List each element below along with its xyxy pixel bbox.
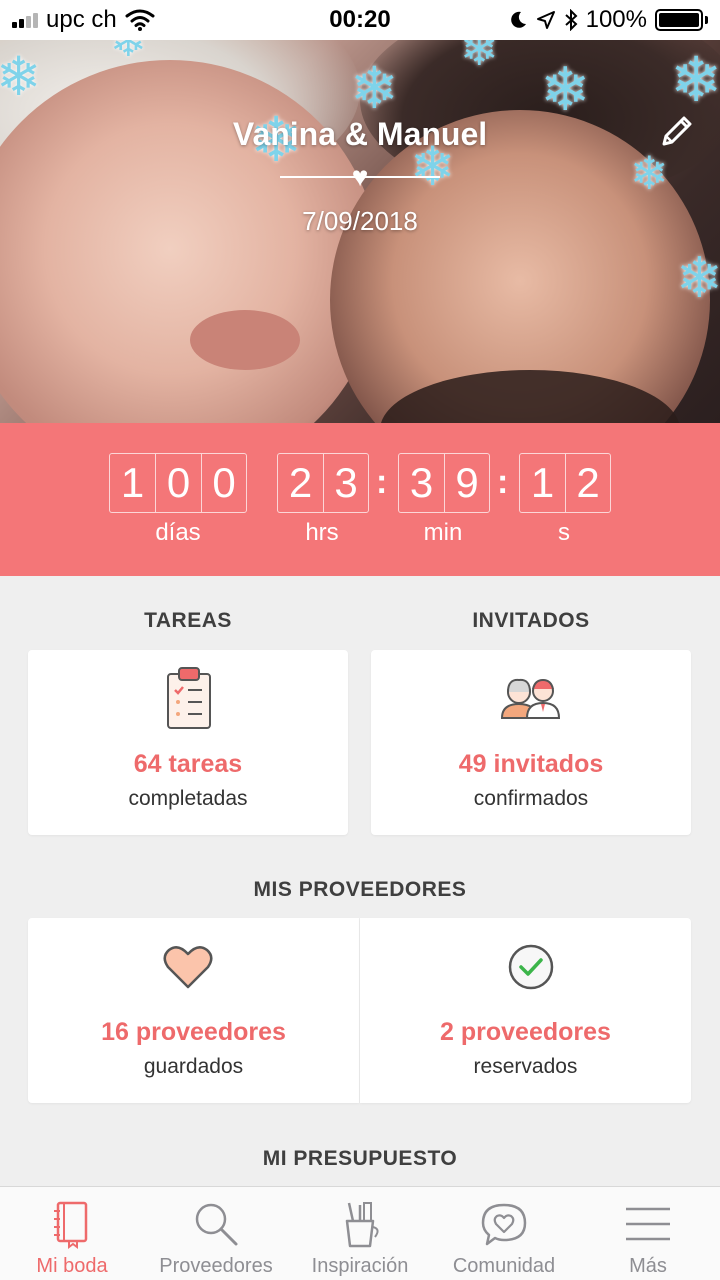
tasks-sub: completadas [128, 787, 248, 810]
tab-inspiracion[interactable]: Inspiración [288, 1187, 432, 1280]
tab-bar: Mi boda Proveedores Inspiración Comunida… [0, 1186, 720, 1280]
saved-vendors-count: 16 proveedores [101, 1018, 286, 1046]
heart-icon [163, 946, 213, 989]
hours-digit: 2 [277, 453, 323, 513]
guests-title: INVITADOS [472, 609, 590, 632]
snowflake-icon: ❄ [0, 47, 42, 107]
hours-digit: 3 [323, 453, 369, 513]
seconds-digit: 2 [565, 453, 611, 513]
tab-label: Comunidad [452, 1255, 556, 1277]
minutes-label: min [423, 519, 463, 546]
days-digits: 1 0 0 [109, 453, 247, 513]
guests-card[interactable]: 49 invitados confirmados [371, 650, 691, 835]
guests-sub: confirmados [473, 787, 589, 810]
battery-percent: 100% [585, 6, 647, 33]
snowflake-icon: ❄ [460, 40, 499, 75]
time-separator: : [497, 463, 509, 501]
hours-label: hrs [305, 519, 339, 546]
booked-vendors-card[interactable]: 2 proveedores reservados [360, 918, 691, 1103]
tab-label: Más [629, 1255, 667, 1277]
snowflake-icon: ❄ [110, 40, 147, 66]
vendors-title: MIS PROVEEDORES [253, 878, 467, 901]
wedding-date: 7/09/2018 [302, 206, 418, 236]
clipboard-checklist-icon [167, 667, 211, 729]
budget-title: MI PRESUPUESTO [262, 1147, 458, 1170]
status-right: 100% [508, 6, 708, 34]
minutes-digit: 9 [444, 453, 490, 513]
tab-mas[interactable]: Más [576, 1187, 720, 1280]
tab-label: Inspiración [311, 1255, 409, 1277]
menu-icon [626, 1207, 670, 1241]
notebook-icon [54, 1201, 88, 1249]
booked-vendors-count: 2 proveedores [440, 1018, 611, 1046]
snowflake-icon: ❄ [676, 246, 720, 309]
tab-label: Mi boda [36, 1255, 108, 1277]
hours-digits: 2 3 [277, 453, 369, 513]
bluetooth-icon [564, 9, 578, 31]
couple-names: Vanina & Manuel [232, 116, 488, 152]
battery-icon [655, 9, 708, 31]
tasks-count: 64 tareas [133, 750, 243, 778]
tab-comunidad[interactable]: Comunidad [432, 1187, 576, 1280]
edit-pencil-icon[interactable] [656, 112, 696, 152]
tasks-title: TAREAS [144, 609, 232, 632]
wifi-icon [125, 9, 155, 31]
status-bar: upc ch 00:20 100% [0, 0, 720, 40]
tab-mi-boda[interactable]: Mi boda [0, 1187, 144, 1280]
snowflake-icon: ❄ [540, 56, 591, 123]
snowflake-icon: ❄ [630, 147, 669, 199]
tasks-card[interactable]: 64 tareas completadas [28, 650, 348, 835]
days-digit: 0 [201, 453, 247, 513]
minutes-digit: 3 [398, 453, 444, 513]
snowflake-icon: ❄ [350, 56, 399, 121]
seconds-label: s [558, 519, 570, 546]
guests-couple-icon [500, 678, 561, 719]
time-separator: : [376, 463, 388, 501]
days-label: días [155, 519, 201, 546]
days-digit: 1 [109, 453, 155, 513]
moon-icon [510, 11, 526, 28]
carrier-label: upc ch [46, 6, 117, 33]
booked-vendors-sub: reservados [473, 1055, 578, 1078]
heart-icon: ♥ [351, 161, 369, 192]
seconds-digit: 1 [519, 453, 565, 513]
saved-vendors-sub: guardados [143, 1055, 244, 1078]
tab-label: Proveedores [159, 1255, 273, 1277]
couple-photo: ❄ ❄ ❄ ❄ ❄ ❄ ❄ ❄ ❄ ❄ Vanina & Manuel ♥ 7/… [0, 40, 720, 423]
saved-vendors-card[interactable]: 16 proveedores guardados [28, 918, 359, 1103]
countdown-panel: 1 0 0 2 3 : 3 9 : 1 2 días hrs min s [0, 423, 720, 576]
tab-proveedores[interactable]: Proveedores [144, 1187, 288, 1280]
chat-heart-icon [481, 1203, 527, 1246]
checkmark-circle-icon [508, 944, 554, 990]
signal-icon [12, 12, 38, 28]
guests-count: 49 invitados [458, 750, 604, 778]
status-left: upc ch [12, 6, 155, 34]
search-icon [195, 1203, 238, 1246]
seconds-digits: 1 2 [519, 453, 611, 513]
minutes-digits: 3 9 [398, 453, 490, 513]
snowflake-icon: ❄ [670, 46, 720, 115]
days-digit: 0 [155, 453, 201, 513]
location-arrow-icon [536, 11, 555, 29]
pencil-cup-icon [345, 1202, 379, 1248]
